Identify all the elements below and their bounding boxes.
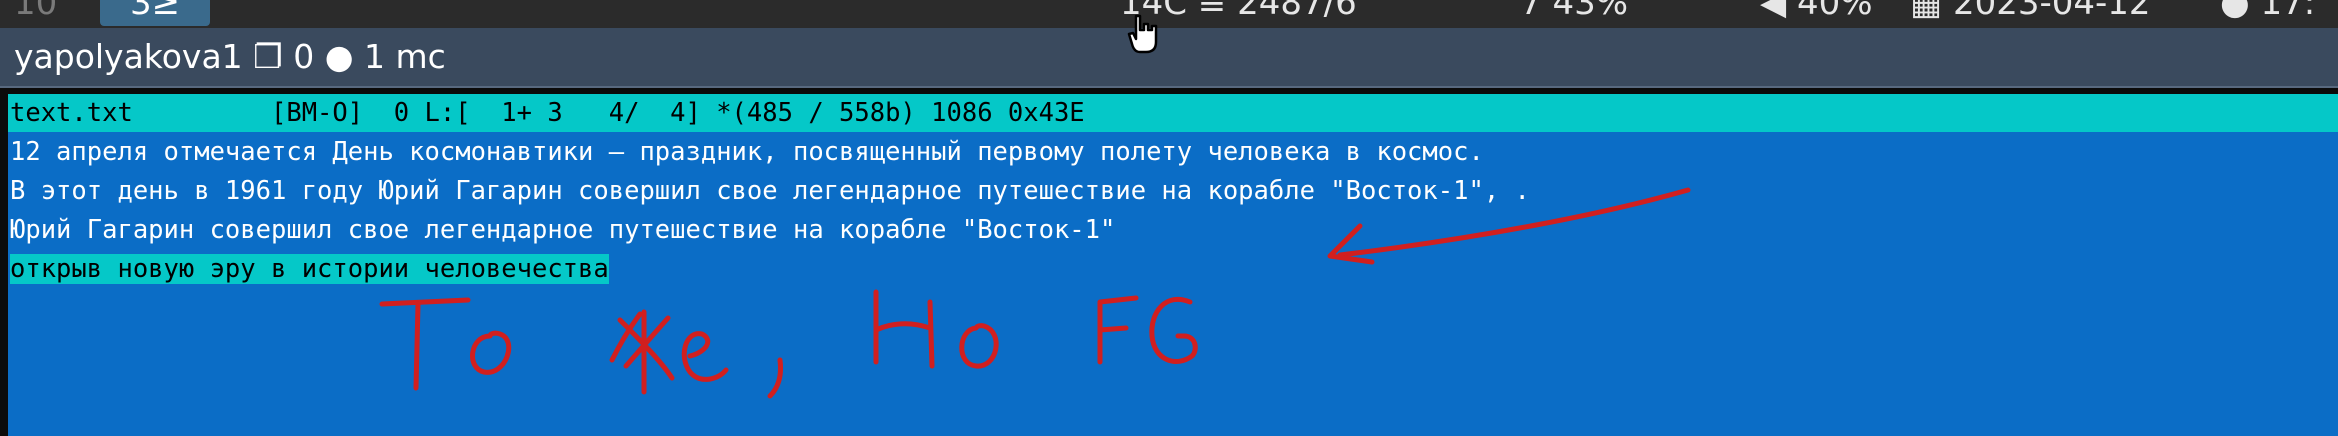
editor-line[interactable]: Юрий Гагарин совершил свое легендарное п… — [10, 211, 1115, 249]
volume-indicator: ◀ 40% — [1760, 0, 1873, 26]
workspace-inactive[interactable]: 10 — [14, 0, 84, 26]
date-label: 2023-04-12 — [1952, 0, 2151, 23]
clock-indicator: ● 17: — [2220, 0, 2315, 26]
hand-cursor-icon — [1127, 14, 1158, 54]
workspace-active[interactable]: 3≥ — [100, 0, 210, 26]
speaker-icon: ◀ — [1760, 0, 1787, 23]
time-label: 17: — [2260, 0, 2316, 23]
window-titlebar[interactable]: yapolyakova1 ❐ 0 ● 1 mc — [0, 28, 2338, 88]
clock-icon: ● — [2220, 0, 2250, 23]
editor-status-line: text.txt [BM-O] 0 L:[ 1+ 3 4/ 4] *(485 /… — [8, 94, 2338, 132]
date-indicator: ▦ 2023-04-12 — [1910, 0, 2151, 26]
system-top-bar: 10 3≥ 14C ≡ 2487/6 7 43% ◀ 40% ▦ 2023-04… — [0, 0, 2338, 28]
window-title: yapolyakova1 ❐ 0 ● 1 mc — [14, 37, 446, 76]
disk-indicator: 7 43% — [1520, 0, 1629, 23]
editor-line-selected[interactable]: открыв новую эру в истории человечества — [10, 250, 609, 288]
editor-line[interactable]: 12 апреля отмечается День космонавтики –… — [10, 133, 1484, 171]
volume-label: 40% — [1796, 0, 1873, 23]
editor-line[interactable]: В этот день в 1961 году Юрий Гагарин сов… — [10, 172, 1530, 210]
mcedit-editor[interactable]: text.txt [BM-O] 0 L:[ 1+ 3 4/ 4] *(485 /… — [8, 94, 2338, 436]
text-selection[interactable]: открыв новую эру в истории человечества — [10, 254, 609, 284]
terminal-window: yapolyakova1 ❐ 0 ● 1 mc text.txt [BM-O] … — [0, 28, 2338, 436]
calendar-icon: ▦ — [1910, 0, 1943, 23]
